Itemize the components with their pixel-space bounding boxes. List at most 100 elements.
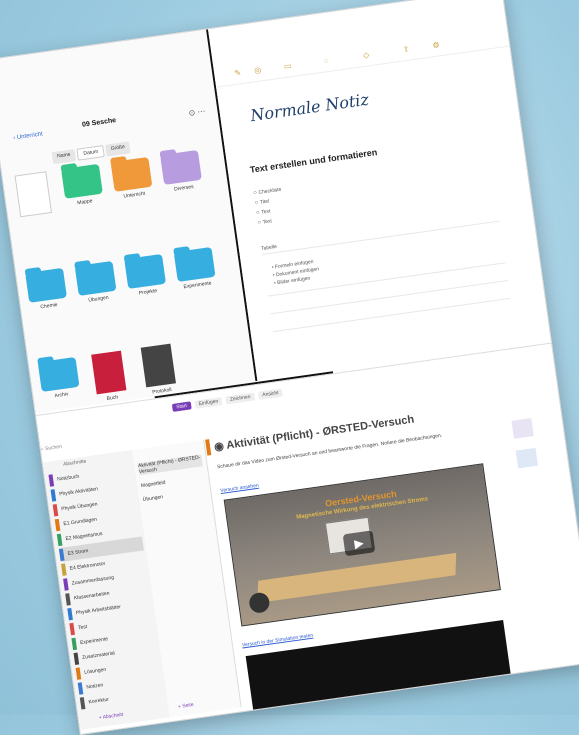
section-label: Korrektur	[88, 696, 110, 706]
tab-insert[interactable]: Einfügen	[194, 397, 223, 409]
table-label: Tabelle	[260, 243, 278, 253]
section-color-tab	[79, 697, 86, 710]
section-color-tab	[67, 607, 73, 621]
video-player[interactable]: Oersted-Versuch Magnetische Wirkung des …	[223, 463, 501, 627]
section-label: Zusatzmaterial	[81, 650, 116, 661]
file-item[interactable]	[11, 171, 57, 221]
side-thumbnail[interactable]	[511, 418, 534, 439]
item-label: Experimente	[183, 280, 212, 291]
add-section-label: Abschnitt	[102, 711, 124, 721]
section-label: E4 Elektromotor	[69, 560, 106, 572]
item-label: Projekte	[138, 287, 158, 297]
folder-item[interactable]: Diverses	[159, 149, 204, 194]
option-text[interactable]: Text	[256, 208, 271, 216]
eraser-icon[interactable]: ▭	[283, 61, 292, 71]
folder-item[interactable]: Archiv	[37, 356, 82, 401]
pen-icon[interactable]: ✎	[234, 68, 242, 78]
side-thumbnail[interactable]	[515, 447, 538, 469]
section-label: Klassenarbeiten	[73, 590, 110, 602]
folder-icon	[110, 156, 153, 192]
more-icon[interactable]: ⊙ ⋯	[188, 107, 206, 118]
section-color-tab	[75, 667, 82, 680]
back-label: Unterricht	[16, 131, 44, 141]
ruled-line	[261, 220, 500, 256]
option-title[interactable]: Titel	[254, 199, 270, 207]
section-color-tab	[63, 578, 69, 591]
document-thumbnail	[140, 343, 176, 388]
section-color-tab	[58, 548, 65, 562]
section-label: Lösungen	[83, 666, 107, 676]
file-item[interactable]: Buch	[86, 350, 132, 404]
play-icon[interactable]: ▶	[342, 530, 376, 557]
folder-item[interactable]: Mappe	[60, 163, 105, 208]
section-color-tab	[69, 622, 75, 636]
second-video[interactable]	[245, 620, 512, 716]
section-color-tab	[54, 518, 61, 532]
video-link[interactable]: Versuch ansehen	[220, 483, 259, 494]
note-heading: Text erstellen und formatieren	[249, 147, 378, 175]
add-page-label: Seite	[181, 701, 195, 710]
folder-item[interactable]: Übungen	[74, 260, 119, 305]
note-toolbar: ✎ ◎ ▭ ◌ ◇ ⇪ ⚙	[213, 27, 510, 88]
ruled-line	[272, 297, 511, 333]
marker-icon[interactable]: ◎	[254, 65, 262, 75]
sort-name[interactable]: Name	[51, 149, 77, 165]
option-text-2[interactable]: Text	[257, 218, 272, 226]
handwritten-title: Normale Notiz	[249, 89, 370, 126]
sort-size[interactable]: Größe	[105, 141, 131, 157]
folder-item[interactable]: Projekte	[123, 253, 168, 298]
folder-item[interactable]: Chemie	[24, 267, 69, 312]
page-item[interactable]: Aktivität (Pflicht) - ØRSTED-Versuch	[137, 454, 203, 476]
section-label: Experimente	[79, 636, 109, 647]
section-color-tab	[71, 637, 78, 651]
tab-view[interactable]: Ansicht	[257, 388, 284, 400]
accent-bar	[205, 439, 212, 456]
add-section-button[interactable]: + Abschnitt	[98, 712, 123, 721]
folder-icon	[61, 163, 103, 199]
section-color-tab	[52, 504, 59, 517]
option-checklist[interactable]: Checkliste	[253, 187, 282, 197]
page-item[interactable]: Übungen	[142, 488, 206, 503]
section-label: Notizbuch	[56, 473, 80, 483]
search-placeholder: Suchen	[44, 443, 63, 453]
section-label: E3 Strom	[67, 548, 89, 557]
note-pane: ✎ ◎ ▭ ◌ ◇ ⇪ ⚙ Normale Notiz Text erstell…	[208, 0, 551, 382]
file-item[interactable]: Protokoll	[136, 343, 182, 397]
page-item[interactable]: Magnetfeld	[141, 474, 205, 489]
section-label: Notizen	[86, 682, 104, 691]
video-board	[257, 552, 457, 604]
folder-item[interactable]: Unterricht	[110, 156, 155, 201]
ruled-line	[270, 280, 508, 315]
folder-icon	[25, 267, 67, 303]
lasso-icon[interactable]: ◌	[323, 56, 329, 66]
page-canvas: ◉ Aktivität (Pflicht) - ØRSTED-Versuch S…	[204, 393, 536, 716]
section-label: E2 Magnetismus	[65, 530, 103, 543]
item-label: Archiv	[54, 391, 69, 400]
folder-title: 09 Sesche	[81, 117, 117, 129]
folder-icon	[37, 356, 80, 392]
section-color-tab	[56, 533, 63, 547]
folder-icon	[124, 253, 167, 289]
back-button[interactable]: ‹ Unterricht	[13, 131, 43, 141]
item-label: Mappe	[76, 198, 93, 207]
simulation-link[interactable]: Versuch in der Simulation testen	[242, 633, 314, 649]
shape-icon[interactable]: ◇	[363, 50, 370, 60]
section-label: Physik Übungen	[61, 501, 98, 513]
sort-date[interactable]: Datum	[76, 145, 105, 161]
folder-item[interactable]: Experimente	[173, 246, 218, 291]
section-color-tab	[65, 593, 71, 606]
item-label: Chemie	[40, 301, 58, 311]
share-icon[interactable]: ⇪	[402, 45, 410, 55]
section-label: Test	[77, 623, 88, 632]
folder-icon	[173, 246, 216, 282]
section-label: Zusammenfassung	[71, 574, 115, 587]
item-label: Unterricht	[123, 190, 146, 200]
section-color-tab	[73, 652, 80, 665]
tab-draw[interactable]: Zeichnen	[225, 392, 256, 405]
item-label: Diverses	[173, 183, 194, 193]
settings-icon[interactable]: ⚙	[432, 40, 440, 50]
folder-icon	[74, 260, 117, 296]
document-thumbnail	[91, 350, 127, 395]
add-page-button[interactable]: + Seite	[178, 702, 194, 710]
tab-start[interactable]: Start	[171, 401, 192, 412]
